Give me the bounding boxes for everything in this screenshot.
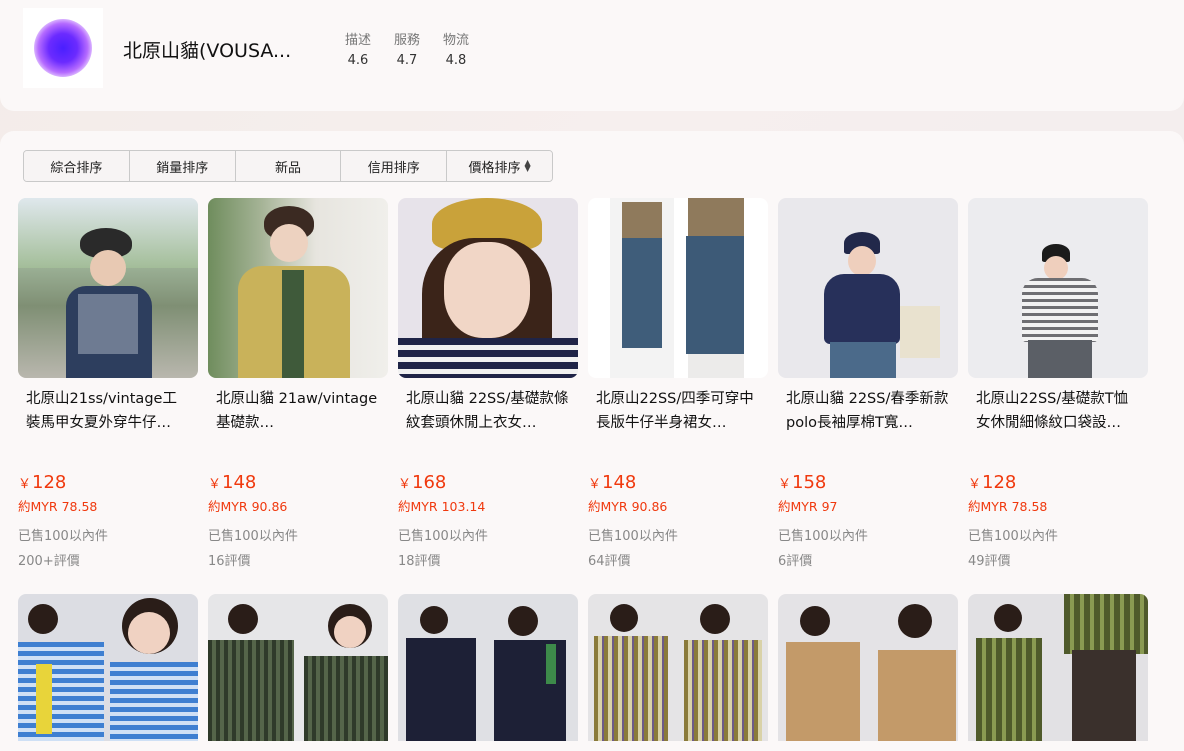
product-reviews: 18評價 [398,554,441,569]
tab-sort-price[interactable]: 價格排序 ▲ ▼ [447,151,552,181]
tab-label: 綜合排序 [50,160,103,176]
product-title[interactable]: 北原山22SS/基礎款T恤女休閒細條紋口袋設… [976,387,1140,435]
price-value: 148 [222,472,257,493]
product-sold: 已售100以內件 [208,529,298,544]
tab-sort-comprehensive[interactable]: 綜合排序 [24,151,130,181]
product-sold: 已售100以內件 [778,529,868,544]
product-reviews: 6評價 [778,554,813,569]
tab-label: 信用排序 [367,160,420,176]
product-price: ￥168 [398,473,578,495]
product-reviews: 64評價 [588,554,631,569]
product-sold: 已售100以內件 [588,529,678,544]
product-image[interactable] [398,594,578,741]
product-image[interactable] [968,198,1148,378]
rating-logistics: 物流 4.8 [431,29,481,68]
product-card[interactable]: 北原山貓 22SS/基礎款條紋套頭休閒上衣女… ￥168 約MYR 103.14… [398,198,578,570]
product-price-myr: 約MYR 90.86 [588,499,668,514]
rating-value: 4.6 [347,53,369,68]
tab-sort-new[interactable]: 新品 [235,151,342,181]
product-image[interactable] [398,198,578,378]
product-sold: 已售100以內件 [18,529,108,544]
product-reviews: 16評價 [208,554,251,569]
tab-label: 價格排序 [468,160,521,176]
price-value: 128 [982,472,1017,493]
rating-value: 4.7 [396,53,418,68]
product-title[interactable]: 北原山貓 22SS/春季新款polo長袖厚棉T寬… [786,387,950,435]
tab-label: 新品 [274,160,301,176]
product-price: ￥128 [968,473,1148,495]
price-value: 158 [792,472,827,493]
rating-value: 4.8 [445,53,467,68]
product-image[interactable] [588,198,768,378]
currency-symbol: ￥ [588,477,602,492]
shop-logo[interactable] [23,8,103,88]
tab-label: 銷量排序 [156,160,209,176]
sort-updown-icon: ▲ ▼ [524,158,531,173]
product-image[interactable] [18,594,198,741]
tab-sort-credit[interactable]: 信用排序 [341,151,448,181]
product-card[interactable]: 北原山21ss/vintage工裝馬甲女夏外穿牛仔… ￥128 約MYR 78.… [18,198,198,570]
product-card[interactable]: 北原山貓 22SS/春季新款polo長袖厚棉T寬… ￥158 約MYR 97 已… [778,198,958,570]
product-sold: 已售100以內件 [398,529,488,544]
currency-symbol: ￥ [18,477,32,492]
product-image[interactable] [208,198,388,378]
product-image[interactable] [968,594,1148,741]
rating-label: 描述 [344,33,371,48]
product-sold: 已售100以內件 [968,529,1058,544]
shop-name[interactable]: 北原山貓(VOUSA... [123,36,298,63]
product-title[interactable]: 北原山貓 21aw/vintage基礎款… [216,387,380,435]
product-price: ￥158 [778,473,958,495]
rating-label: 物流 [442,33,469,48]
product-title[interactable]: 北原山貓 22SS/基礎款條紋套頭休閒上衣女… [406,387,570,435]
product-image[interactable] [778,594,958,741]
product-price: ￥128 [18,473,198,495]
product-card[interactable]: 北原山22SS/四季可穿中長版牛仔半身裙女… ￥148 約MYR 90.86 已… [588,198,768,570]
product-image[interactable] [208,594,388,741]
shop-header: 北原山貓(VOUSA... 描述 4.6 服務 4.7 物流 4.8 [0,0,1184,111]
product-card[interactable]: 北原山22SS/基礎款T恤女休閒細條紋口袋設… ￥128 約MYR 78.58 … [968,198,1148,570]
rating-service: 服務 4.7 [382,29,432,68]
currency-symbol: ￥ [208,477,222,492]
product-price-myr: 約MYR 103.14 [398,499,486,514]
product-title[interactable]: 北原山21ss/vintage工裝馬甲女夏外穿牛仔… [26,387,190,435]
product-reviews: 200+評價 [18,554,80,569]
product-image[interactable] [588,594,768,741]
product-price-myr: 約MYR 90.86 [208,499,288,514]
product-price-myr: 約MYR 78.58 [968,499,1048,514]
rating-description: 描述 4.6 [333,29,383,68]
logo-orb-icon [34,19,92,77]
currency-symbol: ￥ [398,477,412,492]
product-price-myr: 約MYR 97 [778,499,838,514]
product-reviews: 49評價 [968,554,1011,569]
product-price: ￥148 [208,473,388,495]
price-value: 148 [602,472,637,493]
product-price: ￥148 [588,473,768,495]
product-image[interactable] [18,198,198,378]
rating-label: 服務 [393,33,420,48]
price-value: 168 [412,472,447,493]
product-title[interactable]: 北原山22SS/四季可穿中長版牛仔半身裙女… [596,387,760,435]
product-card[interactable]: 北原山貓 21aw/vintage基礎款… ￥148 約MYR 90.86 已售… [208,198,388,570]
currency-symbol: ￥ [968,477,982,492]
price-value: 128 [32,472,67,493]
tab-sort-sales[interactable]: 銷量排序 [129,151,236,181]
sort-bar: 綜合排序 銷量排序 新品 信用排序 價格排序 ▲ ▼ [23,150,553,182]
product-price-myr: 約MYR 78.58 [18,499,98,514]
currency-symbol: ￥ [778,477,792,492]
product-image[interactable] [778,198,958,378]
